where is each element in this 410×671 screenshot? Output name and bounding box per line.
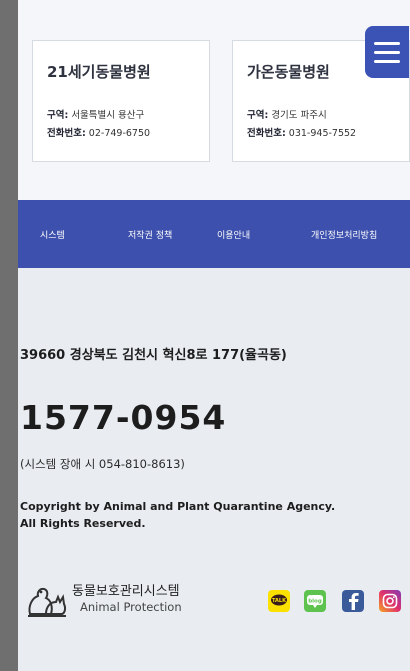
region-value: 서울특별시 용산구 <box>71 110 145 121</box>
hospital-cards-section: 21세기동물병원 구역: 서울특별시 용산구 전화번호: 02-749-6750… <box>18 0 410 200</box>
menu-bar <box>374 59 400 63</box>
hospital-card[interactable]: 21세기동물병원 구역: 서울특별시 용산구 전화번호: 02-749-6750 <box>32 40 210 162</box>
mobile-page: 21세기동물병원 구역: 서울특별시 용산구 전화번호: 02-749-6750… <box>18 0 410 671</box>
hospital-region: 구역: 경기도 파주시 <box>247 107 327 121</box>
region-label: 구역: <box>247 110 269 121</box>
blog-button[interactable]: blog <box>304 590 326 612</box>
logo-korean-text: 동물보호관리시스템 <box>72 584 180 599</box>
menu-bar <box>374 50 400 54</box>
hamburger-menu-button[interactable] <box>365 26 409 78</box>
blog-icon: blog <box>307 595 323 608</box>
footer-address: 39660 경상북도 김천시 혁신8로 177(율곡동) <box>20 348 287 363</box>
copyright-line-2: All Rights Reserved. <box>20 517 146 530</box>
phone-value: 02-749-6750 <box>88 128 151 139</box>
blog-label: blog <box>308 599 322 605</box>
instagram-icon <box>382 593 398 609</box>
phone-label: 전화번호: <box>47 128 86 139</box>
nav-link-usage-guide[interactable]: 이용안내 <box>217 228 250 241</box>
phone-label: 전화번호: <box>247 128 286 139</box>
region-value: 경기도 파주시 <box>271 110 327 121</box>
copyright: Copyright by Animal and Plant Quarantine… <box>20 498 335 532</box>
hospital-name: 21세기동물병원 <box>47 63 151 81</box>
hospital-name: 가온동물병원 <box>247 63 330 81</box>
kakaotalk-label: TALK <box>272 598 287 604</box>
kakaotalk-icon: TALK <box>271 594 287 606</box>
menu-bar <box>374 41 400 45</box>
nav-link-system[interactable]: 시스템 <box>40 228 65 241</box>
copyright-line-1: Copyright by Animal and Plant Quarantine… <box>20 500 336 513</box>
footer-nav: 시스템 저작권 정책 이용안내 개인정보처리방침 <box>18 200 410 268</box>
nav-link-privacy-policy[interactable]: 개인정보처리방침 <box>311 228 377 241</box>
facebook-button[interactable] <box>342 590 364 612</box>
footer-phone[interactable]: 1577-0954 <box>20 398 226 437</box>
hospital-phone: 전화번호: 031-945-7552 <box>247 125 356 139</box>
instagram-button[interactable] <box>379 590 401 612</box>
nav-link-copyright-policy[interactable]: 저작권 정책 <box>128 228 172 241</box>
site-logo[interactable]: 동물보호관리시스템 Animal Protection <box>24 580 224 620</box>
footer-sub-phone: (시스템 장애 시 054-810-8613) <box>20 457 185 471</box>
kakaotalk-button[interactable]: TALK <box>268 590 290 612</box>
phone-value: 031-945-7552 <box>288 128 357 139</box>
facebook-icon <box>349 593 359 610</box>
dog-cat-logo-icon <box>28 587 67 617</box>
hospital-region: 구역: 서울특별시 용산구 <box>47 107 144 121</box>
region-label: 구역: <box>47 110 69 121</box>
logo-english-text: Animal Protection <box>80 600 182 614</box>
hospital-phone: 전화번호: 02-749-6750 <box>47 125 150 139</box>
